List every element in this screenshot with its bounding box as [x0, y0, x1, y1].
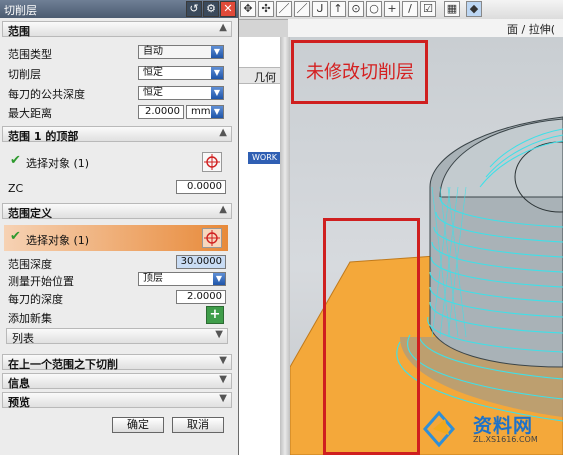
range-type-value: 自动 [143, 46, 163, 57]
point-on-circle-icon[interactable]: ⊙ [348, 1, 364, 17]
navigator-column-header[interactable]: 几何 [238, 67, 286, 84]
panel-splitter[interactable] [280, 37, 290, 455]
line-icon[interactable]: ／ [276, 1, 292, 17]
navigator-column-label: 几何 [254, 71, 276, 84]
cut-level-label: 切削层 [8, 68, 41, 81]
watermark-title: 资料网 [473, 415, 534, 437]
max-distance-unit-select[interactable]: mm ▼ [186, 105, 224, 119]
section-range-label: 范围 [8, 25, 30, 38]
watermark: 资料网 ZL.XS1616.COM [419, 409, 557, 449]
section-below-last-header[interactable]: 在上一个范围之下切削 ▼ [2, 354, 232, 371]
section-preview-header[interactable]: 预览 ▼ [2, 392, 232, 409]
max-distance-label: 最大距离 [8, 107, 52, 120]
section-below-last-label: 在上一个范围之下切削 [8, 358, 118, 371]
slash-icon[interactable]: / [402, 1, 418, 17]
chevron-down-icon: ▼ [211, 46, 223, 58]
chevron-down-icon: ▼ [213, 273, 225, 285]
curve-icon[interactable]: ᒍ [312, 1, 328, 17]
add-set-label: 添加新集 [8, 312, 52, 325]
range-depth-input[interactable]: 30.0000 [176, 255, 226, 269]
range-type-label: 范围类型 [8, 48, 52, 61]
chevron-down-icon: ▼ [211, 67, 223, 79]
breadcrumb-text: 面 / 拉伸( [507, 23, 555, 36]
line-icon-2[interactable]: ／ [294, 1, 310, 17]
section-range1-top-label: 范围 1 的顶部 [8, 130, 79, 143]
max-distance-input[interactable]: 2.0000 [138, 105, 184, 119]
zc-input[interactable]: 0.0000 [176, 180, 226, 194]
ok-button[interactable]: 确定 [112, 417, 164, 433]
cut-level-select[interactable]: 恒定 ▼ [138, 66, 224, 80]
section-range-definition-label: 范围定义 [8, 207, 52, 220]
highlight-box-viewport [323, 218, 420, 455]
gear-icon[interactable]: ⚙ [203, 1, 219, 17]
chevron-down-icon: ▼ [215, 329, 223, 340]
watermark-url: ZL.XS1616.COM [473, 435, 538, 444]
section-info-header[interactable]: 信息 ▼ [2, 373, 232, 390]
section-range-definition-header[interactable]: 范围定义 ▲ [2, 203, 232, 220]
common-depth-select[interactable]: 恒定 ▼ [138, 86, 224, 100]
check-icon: ✔ [10, 153, 21, 168]
cut-level-value: 恒定 [143, 67, 163, 78]
range-depth-label: 范围深度 [8, 258, 52, 271]
plus-icon[interactable]: + [384, 1, 400, 17]
max-distance-unit: mm [191, 106, 211, 117]
section-preview-label: 预览 [8, 396, 30, 409]
chevron-down-icon: ▼ [219, 374, 227, 385]
crosshair-icon[interactable] [202, 152, 222, 172]
range-type-select[interactable]: 自动 ▼ [138, 45, 224, 59]
grid-icon[interactable]: ▦ [444, 1, 460, 17]
chevron-up-icon: ▲ [219, 22, 227, 33]
snap-icon[interactable]: ✣ [258, 1, 274, 17]
section-range1-top-header[interactable]: 范围 1 的顶部 ▲ [2, 126, 232, 143]
cube-icon[interactable]: ◆ [466, 1, 482, 17]
arrow-icon[interactable]: ↑ [330, 1, 346, 17]
watermark-logo [423, 410, 455, 448]
common-depth-value: 恒定 [143, 87, 163, 98]
selection-filter-bar: 面 / 拉伸( [288, 19, 563, 38]
measure-from-label: 测量开始位置 [8, 275, 74, 288]
circle-icon[interactable]: ○ [366, 1, 382, 17]
dialog-title: 切削层 [4, 4, 37, 17]
dialog-titlebar[interactable]: 切削层 ↺ ⚙ ✕ [0, 0, 238, 18]
zc-label: ZC [8, 182, 24, 195]
chevron-up-icon: ▲ [219, 127, 227, 138]
reset-icon[interactable]: ↺ [186, 1, 202, 17]
range1-select-object-label: 选择对象 (1) [26, 157, 90, 170]
section-info-label: 信息 [8, 377, 30, 390]
per-cut-depth-label: 每刀的深度 [8, 293, 63, 306]
list-toggle[interactable]: 列表 ▼ [6, 328, 228, 345]
check-box-icon[interactable]: ☑ [420, 1, 436, 17]
crosshair-icon[interactable] [202, 228, 222, 248]
close-icon[interactable]: ✕ [220, 1, 236, 17]
cancel-button[interactable]: 取消 [172, 417, 224, 433]
add-set-icon[interactable]: + [206, 306, 224, 324]
chevron-down-icon: ▼ [219, 393, 227, 404]
chevron-up-icon: ▲ [219, 204, 227, 215]
measure-from-value: 顶层 [143, 273, 163, 284]
navigator-row-label: WORK [252, 153, 278, 162]
move-icon[interactable]: ✥ [240, 1, 256, 17]
list-label: 列表 [12, 332, 34, 345]
chevron-down-icon: ▼ [219, 355, 227, 366]
range1-select-object-row[interactable]: ✔ 选择对象 (1) [4, 150, 228, 174]
common-depth-label: 每刀的公共深度 [8, 88, 85, 101]
per-cut-depth-input[interactable]: 2.0000 [176, 290, 226, 304]
range-definition-select-object-label: 选择对象 (1) [26, 234, 90, 247]
range-definition-select-object-row[interactable]: ✔ 选择对象 (1) [4, 225, 228, 251]
chevron-down-icon: ▼ [211, 87, 223, 99]
chevron-down-icon: ▼ [211, 106, 223, 118]
annotation-box [291, 40, 428, 104]
section-range-header[interactable]: 范围 ▲ [2, 21, 232, 38]
check-icon: ✔ [10, 229, 21, 244]
cut-levels-dialog: 切削层 ↺ ⚙ ✕ 范围 ▲ 范围类型 自动 ▼ 切削层 恒定 ▼ 每刀的公共深… [0, 0, 239, 455]
measure-from-select[interactable]: 顶层 ▼ [138, 272, 226, 286]
